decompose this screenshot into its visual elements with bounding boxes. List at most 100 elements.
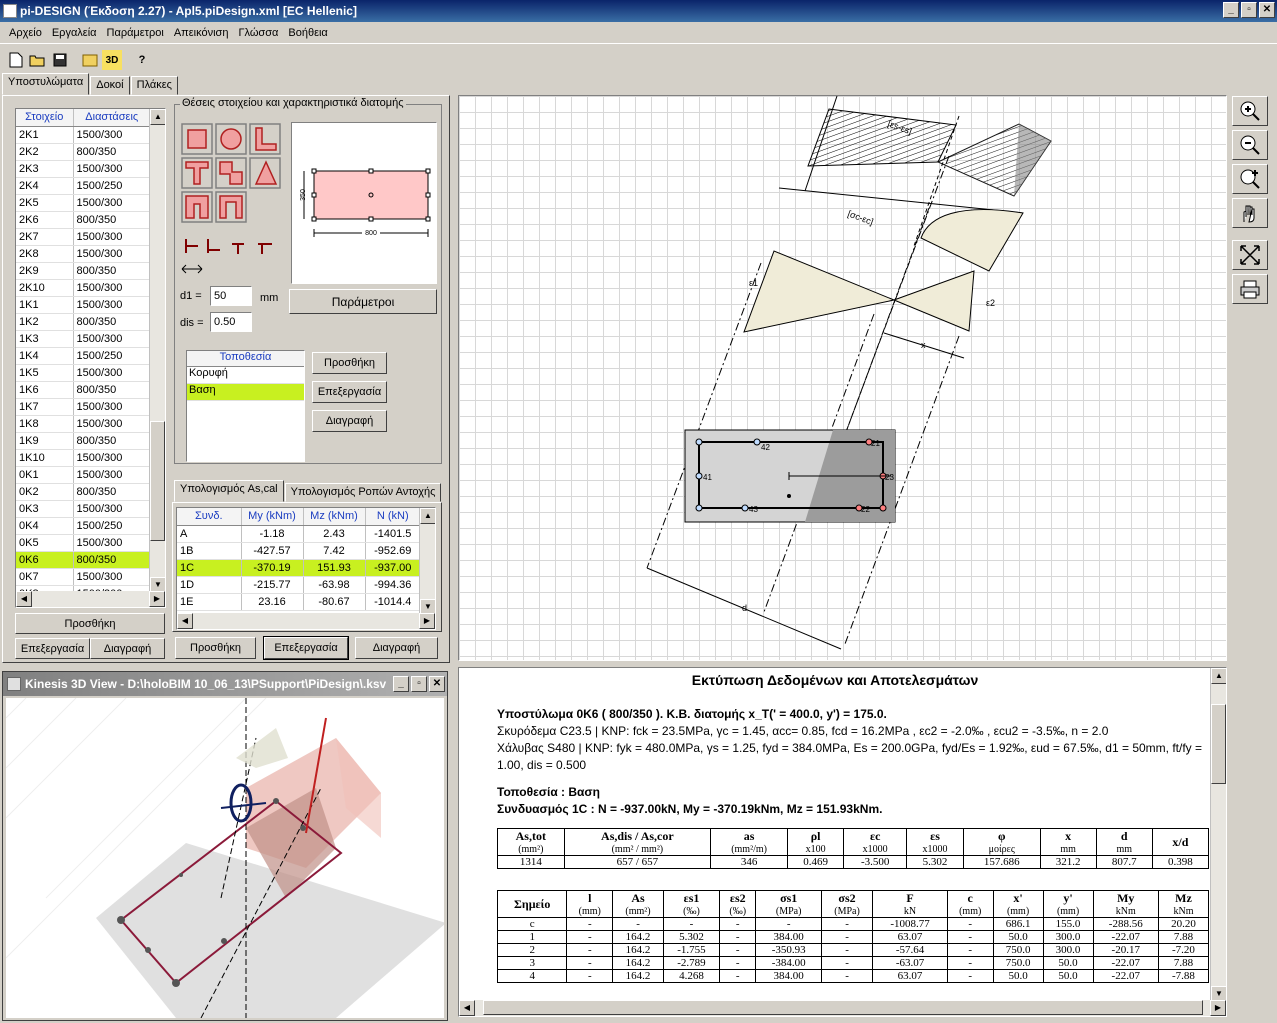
combo-edit-button[interactable]: Επεξεργασία xyxy=(263,636,349,660)
column-row[interactable]: 2K8 1500/300 xyxy=(16,245,151,263)
location-delete-button[interactable]: Διαγραφή xyxy=(312,410,387,432)
combo-row[interactable]: 1C -370.19 151.93 -937.00 xyxy=(177,559,421,577)
save-icon[interactable] xyxy=(50,50,70,70)
scroll-right-icon[interactable]: ▶ xyxy=(419,613,435,629)
parameters-button[interactable]: Παράμετροι xyxy=(289,289,437,314)
combos-vscroll[interactable]: ▲ ▼ xyxy=(419,508,435,615)
location-item-top[interactable]: Κορυφή xyxy=(187,367,304,384)
column-row[interactable]: 0K5 1500/300 xyxy=(16,534,151,552)
column-row[interactable]: 1K4 1500/250 xyxy=(16,347,151,365)
column-row[interactable]: 2K5 1500/300 xyxy=(16,194,151,212)
column-row[interactable]: 0K2 800/350 xyxy=(16,483,151,501)
column-row[interactable]: 1K2 800/350 xyxy=(16,313,151,331)
zoom-window-icon[interactable] xyxy=(1232,164,1268,194)
view-3d-button[interactable]: 3D xyxy=(102,50,122,70)
view3d-canvas[interactable] xyxy=(6,698,444,1018)
column-row[interactable]: 0K1 1500/300 xyxy=(16,466,151,484)
column-row[interactable]: 2K10 1500/300 xyxy=(16,279,151,297)
menu-tools[interactable]: Εργαλεία xyxy=(47,27,102,39)
scroll-up-icon[interactable]: ▲ xyxy=(150,109,165,125)
scroll-right-icon[interactable]: ▶ xyxy=(149,591,165,607)
interaction-diagram-canvas[interactable]: [εs-εs] [σc-εc] ε1 ε2 x d 42 41 43 21 23… xyxy=(458,95,1227,661)
tab-resistance[interactable]: Υπολογισμός Ροπών Αντοχής xyxy=(284,483,442,502)
column-row[interactable]: 1K9 800/350 xyxy=(16,432,151,450)
width-arrow-icon[interactable] xyxy=(180,259,204,279)
location-add-button[interactable]: Προσθήκη xyxy=(312,352,387,374)
combos-table[interactable]: Συνδ. My (kNm) Mz (kNm) N (kN) A -1.18 2.4… xyxy=(176,507,436,630)
column-row[interactable]: 0K7 1500/300 xyxy=(16,568,151,586)
combos-hscroll[interactable]: ◀ ▶ xyxy=(177,613,435,629)
column-add-button[interactable]: Προσθήκη xyxy=(15,613,165,634)
column-row[interactable]: 1K10 1500/300 xyxy=(16,449,151,467)
combo-row[interactable]: 1B -427.57 7.42 -952.69 xyxy=(177,542,421,560)
column-row[interactable]: 1K8 1500/300 xyxy=(16,415,151,433)
columns-list[interactable]: Στοιχείο Διαστάσεις 2K1 1500/300 2K2 800/35… xyxy=(15,108,166,608)
column-row[interactable]: 1K1 1500/300 xyxy=(16,296,151,314)
column-row[interactable]: 2K4 1500/250 xyxy=(16,177,151,195)
column-row[interactable]: 2K7 1500/300 xyxy=(16,228,151,246)
menu-parameters[interactable]: Παράμετροι xyxy=(102,27,169,39)
col-header-dimensions[interactable]: Διαστάσεις xyxy=(73,109,151,127)
combo-header-name[interactable]: Συνδ. xyxy=(177,508,242,526)
location-edit-button[interactable]: Επεξεργασία xyxy=(312,381,387,403)
fit-extents-icon[interactable] xyxy=(1232,240,1268,270)
view3d-close-button[interactable]: ✕ xyxy=(429,676,445,692)
combo-row[interactable]: 1E 23.16 -80.67 -1014.4 xyxy=(177,593,421,611)
zoom-in-icon[interactable] xyxy=(1232,96,1268,126)
combo-delete-button[interactable]: Διαγραφή xyxy=(355,637,438,659)
column-row[interactable]: 1K7 1500/300 xyxy=(16,398,151,416)
location-list[interactable]: Τοποθεσία Κορυφή Βαση xyxy=(186,350,305,462)
column-row[interactable]: 2K2 800/350 xyxy=(16,143,151,161)
new-file-icon[interactable] xyxy=(6,50,26,70)
col-header-element[interactable]: Στοιχείο xyxy=(16,109,74,127)
tab-slabs[interactable]: Πλάκες xyxy=(130,76,178,95)
d1-input[interactable] xyxy=(210,286,252,306)
view3d-maximize-button[interactable]: ▫ xyxy=(411,676,427,692)
menu-language[interactable]: Γλώσσα xyxy=(233,27,283,39)
column-row[interactable]: 1K3 1500/300 xyxy=(16,330,151,348)
maximize-button[interactable]: ▫ xyxy=(1241,2,1257,18)
report-hscroll[interactable]: ◀ ▶ xyxy=(459,1000,1226,1016)
zoom-out-icon[interactable] xyxy=(1232,130,1268,160)
columns-list-vscroll[interactable]: ▲ ▼ xyxy=(149,109,165,593)
dis-input[interactable] xyxy=(210,312,252,332)
column-row[interactable]: 2K3 1500/300 xyxy=(16,160,151,178)
column-row[interactable]: 0K3 1500/300 xyxy=(16,500,151,518)
combo-header-n[interactable]: N (kN) xyxy=(365,508,421,526)
tab-beams[interactable]: Δοκοί xyxy=(90,76,130,95)
view3d-minimize-button[interactable]: _ xyxy=(393,676,409,692)
scroll-left-icon[interactable]: ◀ xyxy=(16,591,32,607)
column-row[interactable]: 2K6 800/350 xyxy=(16,211,151,229)
scroll-thumb[interactable] xyxy=(482,1000,1203,1015)
column-edit-button[interactable]: Επεξεργασία xyxy=(15,638,90,659)
close-button[interactable]: ✕ xyxy=(1259,2,1275,18)
tab-ascal[interactable]: Υπολογισμός As,cal xyxy=(174,480,284,502)
pan-hand-icon[interactable] xyxy=(1232,198,1268,228)
open-folder-icon[interactable] xyxy=(28,50,48,70)
scroll-up-icon[interactable]: ▲ xyxy=(1211,668,1226,684)
settings-folder-icon[interactable] xyxy=(80,50,100,70)
scroll-right-icon[interactable]: ▶ xyxy=(1210,1000,1226,1016)
combo-header-my[interactable]: My (kNm) xyxy=(241,508,304,526)
column-delete-button[interactable]: Διαγραφή xyxy=(90,638,165,659)
combo-add-button[interactable]: Προσθήκη xyxy=(175,637,256,659)
combo-row[interactable]: 1D -215.77 -63.98 -994.36 xyxy=(177,576,421,594)
tab-columns[interactable]: Υποστυλώματα xyxy=(2,73,90,95)
scroll-up-icon[interactable]: ▲ xyxy=(420,508,435,524)
columns-list-hscroll[interactable]: ◀ ▶ xyxy=(16,591,165,607)
location-item-base[interactable]: Βαση xyxy=(187,384,304,401)
combo-header-mz[interactable]: Mz (kNm) xyxy=(303,508,366,526)
report-vscroll[interactable]: ▲ ▼ xyxy=(1210,668,1226,1002)
minimize-button[interactable]: _ xyxy=(1223,2,1239,18)
column-row[interactable]: 0K6 800/350 xyxy=(16,551,151,569)
scroll-thumb[interactable] xyxy=(1211,704,1226,784)
column-row[interactable]: 1K5 1500/300 xyxy=(16,364,151,382)
column-row[interactable]: 1K6 800/350 xyxy=(16,381,151,399)
menu-help[interactable]: Βοήθεια xyxy=(283,27,332,39)
scroll-thumb[interactable] xyxy=(150,421,165,541)
scroll-left-icon[interactable]: ◀ xyxy=(177,613,193,629)
reinforcement-buttons[interactable] xyxy=(180,236,284,258)
menu-file[interactable]: Αρχείο xyxy=(4,27,47,39)
combo-row[interactable]: A -1.18 2.43 -1401.5 xyxy=(177,525,421,543)
menu-view[interactable]: Απεικόνιση xyxy=(169,27,234,39)
